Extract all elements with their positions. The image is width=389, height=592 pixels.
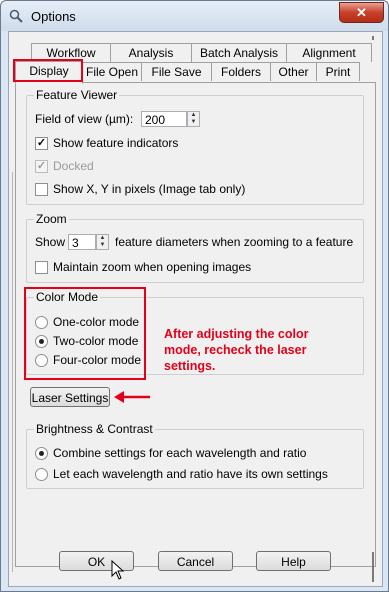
right-edge-mark — [372, 552, 374, 582]
tab-folders[interactable]: Folders — [211, 62, 271, 81]
show-xy-label: Show X, Y in pixels (Image tab only) — [53, 182, 246, 196]
combine-settings-label: Combine settings for each wavelength and… — [53, 446, 307, 460]
tab-scroll-mark — [372, 36, 374, 40]
help-button[interactable]: Help — [256, 551, 331, 571]
maintain-zoom-label: Maintain zoom when opening images — [53, 260, 252, 274]
tab-other[interactable]: Other — [270, 62, 317, 81]
brightness-contrast-group: Brightness & Contrast Combine settings f… — [26, 422, 364, 489]
zoom-suffix: feature diameters when zooming to a feat… — [115, 235, 354, 249]
spin-down-icon[interactable]: ▼ — [97, 242, 108, 249]
fov-value: 200 — [145, 113, 166, 127]
annotation-note: After adjusting the color mode, recheck … — [164, 326, 308, 374]
display-panel: Feature Viewer Field of view (µm): 200 ▲… — [15, 82, 376, 567]
tab-label: Folders — [220, 65, 261, 79]
laser-settings-label: Laser Settings — [31, 391, 109, 405]
brightness-contrast-title: Brightness & Contrast — [34, 422, 155, 436]
feature-viewer-group: Feature Viewer Field of view (µm): 200 ▲… — [26, 88, 364, 205]
own-settings-label: Let each wavelength and ratio have its o… — [53, 467, 328, 481]
tab-label: File Open — [85, 65, 139, 79]
own-settings-radio[interactable] — [35, 468, 48, 481]
dialog-client: Workflow Analysis Batch Analysis Alignme… — [8, 31, 383, 587]
show-xy-checkbox[interactable] — [35, 183, 48, 196]
cancel-button[interactable]: Cancel — [158, 551, 233, 571]
tab-alignment[interactable]: Alignment — [286, 43, 372, 62]
tab-label: Workflow — [46, 46, 96, 60]
left-edge-line — [12, 172, 13, 572]
tab-label: File Save — [151, 65, 202, 79]
fov-input[interactable]: 200 — [141, 111, 187, 127]
annotation-line: settings. — [164, 359, 216, 373]
show-indicators-label: Show feature indicators — [53, 136, 179, 150]
close-icon: ✕ — [356, 5, 367, 20]
tab-print[interactable]: Print — [316, 62, 360, 81]
tab-label: Batch Analysis — [199, 46, 279, 60]
tab-label: Analysis — [128, 46, 174, 60]
help-label: Help — [281, 555, 306, 569]
spin-up-icon[interactable]: ▲ — [97, 235, 108, 242]
title-bar[interactable]: Options ✕ — [1, 1, 388, 31]
fov-label: Field of view (µm): — [35, 112, 134, 126]
zoom-stepper[interactable]: ▲ ▼ — [96, 234, 109, 250]
ok-label: OK — [87, 555, 106, 569]
combine-settings-radio[interactable] — [35, 447, 48, 460]
spin-down-icon[interactable]: ▼ — [188, 119, 199, 126]
tab-file-open[interactable]: File Open — [82, 62, 142, 81]
laser-settings-button[interactable]: Laser Settings — [30, 387, 110, 407]
show-indicators-checkbox[interactable]: ✓ — [35, 137, 48, 150]
tab-analysis[interactable]: Analysis — [110, 43, 192, 62]
zoom-value: 3 — [72, 236, 79, 250]
zoom-group: Zoom Show 3 ▲ ▼ feature diameters when zo… — [26, 212, 364, 283]
magnifier-icon — [9, 9, 23, 23]
fov-stepper[interactable]: ▲ ▼ — [187, 111, 200, 127]
docked-label: Docked — [53, 159, 94, 173]
close-button[interactable]: ✕ — [339, 2, 384, 23]
annotation-line: mode, recheck the laser — [164, 343, 307, 357]
tab-batch-analysis[interactable]: Batch Analysis — [191, 43, 287, 62]
mouse-cursor-icon — [111, 560, 125, 580]
feature-viewer-title: Feature Viewer — [34, 88, 120, 102]
window-title: Options — [31, 9, 76, 24]
zoom-show-label: Show — [35, 235, 66, 249]
color-mode-highlight — [24, 287, 146, 380]
tab-label: Alignment — [302, 46, 356, 60]
spin-up-icon[interactable]: ▲ — [188, 112, 199, 119]
maintain-zoom-checkbox[interactable] — [35, 261, 48, 274]
display-tab-highlight — [13, 59, 83, 82]
options-window: Options ✕ Workflow Analysis Batch Analys… — [0, 0, 389, 592]
zoom-title: Zoom — [34, 212, 69, 226]
zoom-input[interactable]: 3 — [68, 234, 96, 250]
docked-checkbox: ✓ — [35, 160, 48, 173]
arrow-left-icon — [114, 391, 150, 403]
tab-label: Print — [325, 65, 351, 79]
tab-label: Other — [278, 65, 309, 79]
annotation-line: After adjusting the color — [164, 327, 309, 341]
tab-file-save[interactable]: File Save — [141, 62, 212, 81]
cancel-label: Cancel — [176, 555, 215, 569]
